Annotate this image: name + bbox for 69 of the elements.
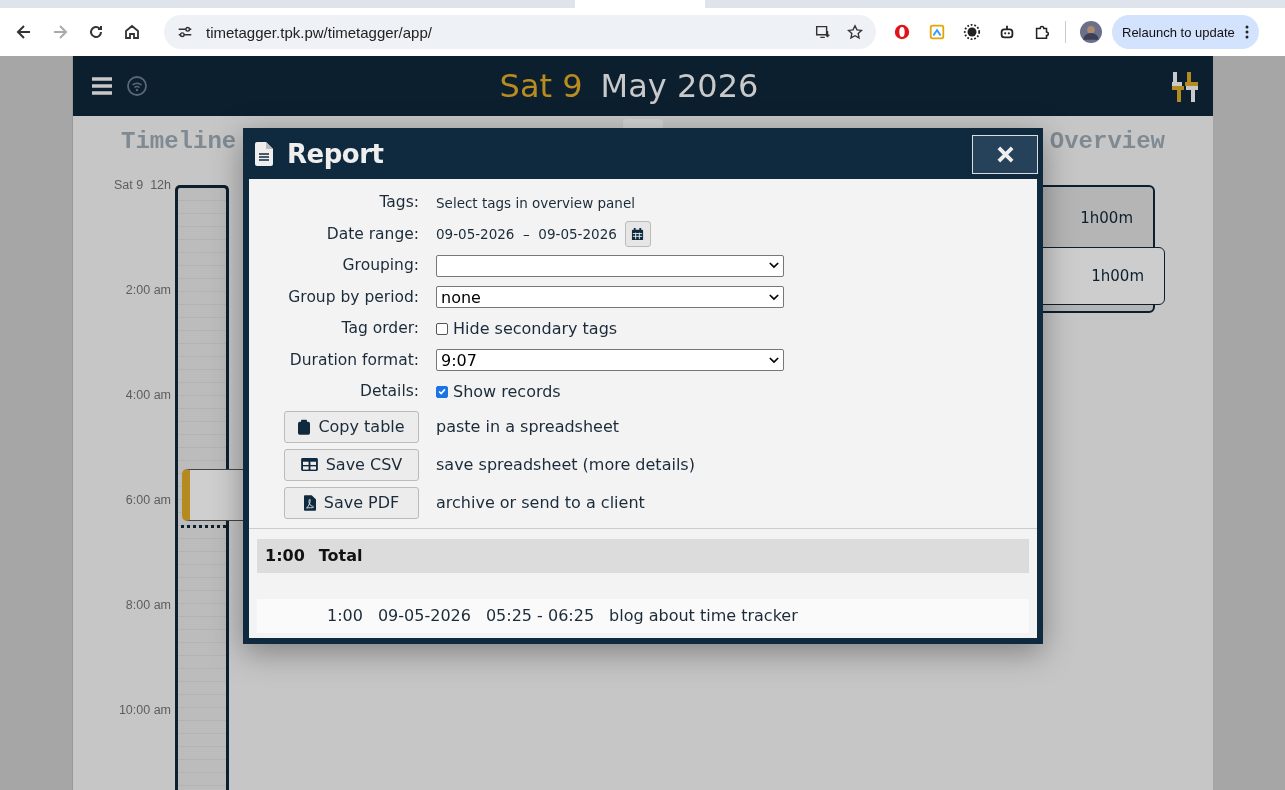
action-button[interactable]: Copy table bbox=[284, 410, 419, 443]
chevron-down-icon bbox=[769, 356, 779, 364]
date-day: Sat 9 bbox=[499, 67, 583, 105]
field-label: Duration format: bbox=[288, 349, 419, 371]
robot-icon[interactable] bbox=[998, 23, 1016, 41]
calendar-button[interactable] bbox=[624, 221, 651, 248]
sun-icon[interactable] bbox=[963, 23, 981, 41]
more-icon[interactable] bbox=[1244, 25, 1249, 39]
checkbox-label[interactable]: Show records bbox=[453, 382, 561, 402]
time-label: 2:00 am bbox=[125, 282, 171, 297]
field-label: Date range: bbox=[325, 223, 419, 245]
hint-text: Select tags in overview panel bbox=[436, 194, 635, 211]
chevron-down-icon bbox=[769, 293, 779, 301]
calendar-icon bbox=[631, 227, 645, 241]
current-time-line bbox=[181, 525, 226, 528]
date-range-text: 09-05-2026 – 09-05-2026 bbox=[436, 226, 617, 243]
extension-icon[interactable] bbox=[928, 23, 946, 41]
sync-icon[interactable] bbox=[127, 76, 147, 96]
menu-icon[interactable] bbox=[91, 76, 113, 96]
record-duration: 1:00 bbox=[327, 606, 363, 625]
total-label: Total bbox=[318, 546, 363, 565]
close-icon bbox=[995, 145, 1015, 164]
action-description: archive or send to a client bbox=[436, 491, 646, 514]
relaunch-button[interactable]: Relaunch to update bbox=[1112, 15, 1259, 49]
url-text: timetagger.tpk.pw/timetagger/app/ bbox=[206, 23, 433, 41]
install-icon[interactable] bbox=[814, 23, 832, 41]
home-icon[interactable] bbox=[122, 22, 142, 42]
action-description: paste in a spreadsheet bbox=[436, 415, 621, 438]
duration-text: 1h00m bbox=[1091, 267, 1144, 285]
document-icon bbox=[255, 141, 273, 166]
record-time: 05:25 - 06:25 bbox=[485, 606, 595, 625]
field-label: Grouping: bbox=[341, 255, 419, 276]
action-description: save spreadsheet (more details) bbox=[436, 453, 696, 476]
dropdown[interactable]: 9:07 bbox=[436, 349, 784, 372]
dropdown[interactable] bbox=[436, 254, 784, 277]
checkbox[interactable] bbox=[436, 322, 448, 335]
star-icon[interactable] bbox=[846, 23, 864, 41]
puzzle-icon[interactable] bbox=[1033, 23, 1051, 41]
field-label: Details: bbox=[359, 381, 419, 402]
time-label: Sat 9 12h bbox=[114, 177, 171, 192]
action-button[interactable]: Save CSV bbox=[284, 448, 419, 481]
overview-heading: Overview bbox=[1049, 128, 1165, 155]
record-date: 09-05-2026 bbox=[377, 606, 471, 625]
duration-text: 1h00m bbox=[1080, 209, 1133, 227]
time-label: 8:00 am bbox=[125, 597, 171, 612]
chevron-down-icon bbox=[769, 262, 779, 270]
table-icon bbox=[300, 458, 318, 471]
extension-icon[interactable] bbox=[893, 23, 911, 41]
checkbox-label[interactable]: Hide secondary tags bbox=[453, 319, 618, 339]
date-month-year: May 2026 bbox=[600, 67, 759, 105]
clipboard-icon bbox=[298, 418, 311, 435]
time-label: 10:00 am bbox=[118, 702, 171, 717]
total-duration: 1:00 bbox=[265, 546, 305, 565]
address-bar[interactable]: timetagger.tpk.pw/timetagger/app/ bbox=[164, 15, 876, 49]
avatar[interactable] bbox=[1080, 21, 1102, 43]
field-label: Group by period: bbox=[287, 286, 419, 308]
dialog-title: Report bbox=[287, 138, 384, 169]
time-label: 4:00 am bbox=[125, 387, 171, 402]
timeline-track[interactable] bbox=[175, 185, 229, 790]
timeline-heading: Timeline bbox=[121, 128, 237, 155]
close-button[interactable] bbox=[972, 135, 1038, 174]
dropdown[interactable]: none bbox=[436, 286, 784, 309]
pdf-file-icon bbox=[303, 494, 316, 511]
field-label: Tag order: bbox=[340, 318, 419, 339]
time-label: 6:00 am bbox=[125, 492, 171, 507]
checkbox[interactable] bbox=[436, 385, 448, 398]
record-description: blog about time tracker bbox=[609, 606, 798, 625]
action-button[interactable]: Save PDF bbox=[284, 486, 419, 519]
field-label: Tags: bbox=[378, 192, 419, 213]
